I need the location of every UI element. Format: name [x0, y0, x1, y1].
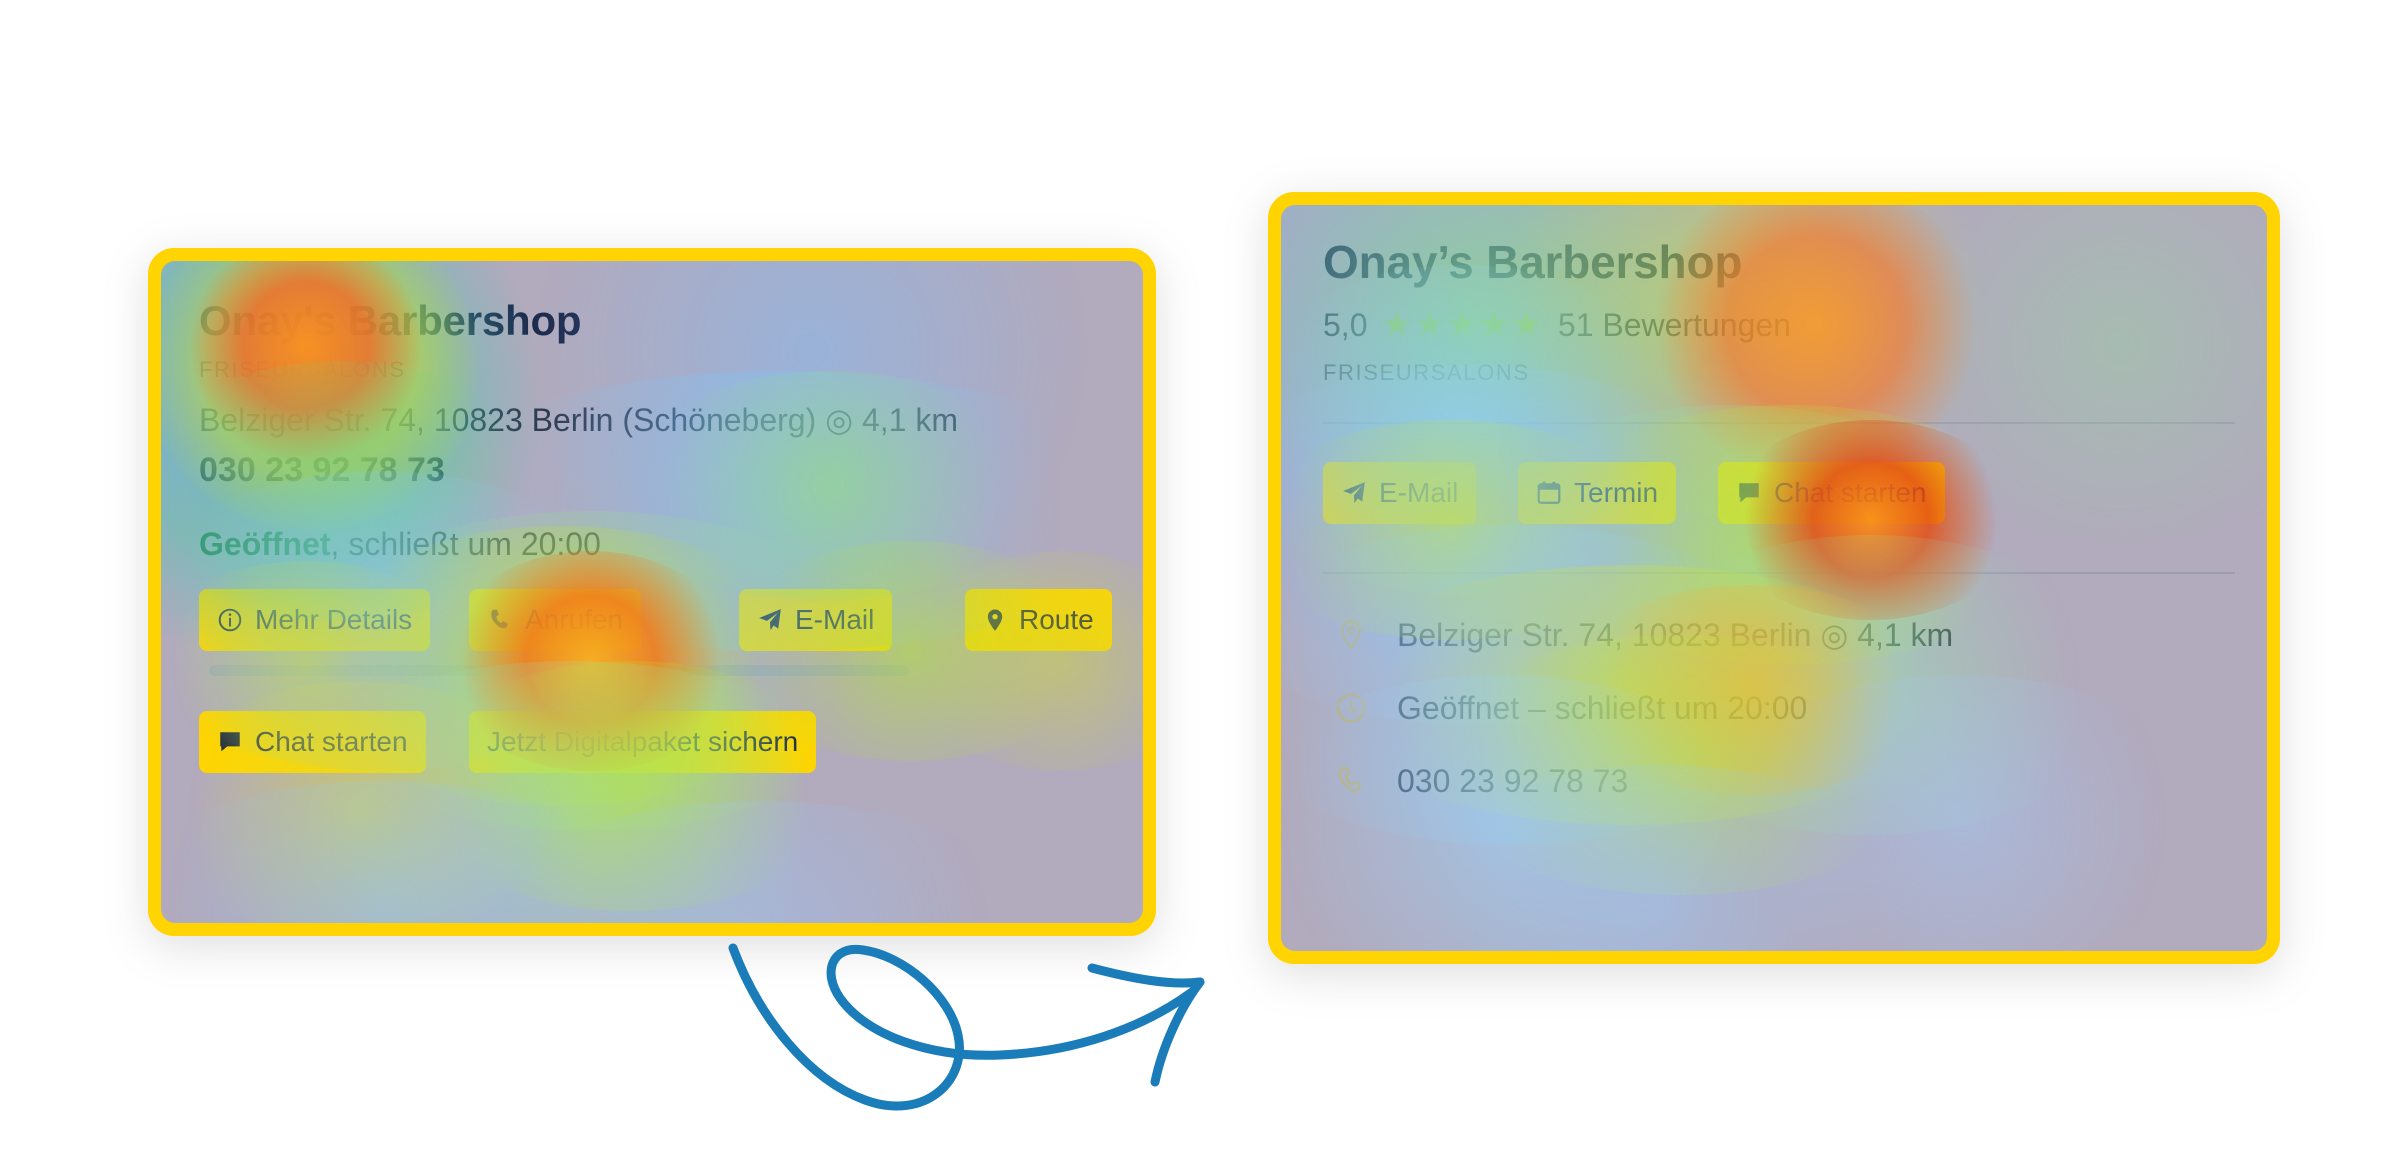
- open-status-label: Geöffnet: [199, 526, 331, 562]
- phone-number: 030 23 92 78 73: [199, 451, 445, 489]
- route-label: Route: [1019, 604, 1094, 635]
- map-pin-icon: [983, 607, 1007, 633]
- chat-starten-button[interactable]: Chat starten: [199, 711, 426, 773]
- paper-plane-icon: [1341, 480, 1367, 506]
- card-inner-left: Onay's Barbershop FRISEURSALONS Belziger…: [161, 261, 1143, 923]
- business-card-after: Onay’s Barbershop 5,0 ★★★★★ 51 Bewertung…: [1268, 192, 2280, 964]
- card-content-left: Onay's Barbershop FRISEURSALONS Belziger…: [161, 261, 1143, 923]
- phone-text: 030 23 92 78 73: [1397, 762, 1629, 799]
- address-row: Belziger Str. 74, 10823 Berlin ◎ 4,1 km: [1331, 615, 1953, 655]
- horizontal-scrollbar[interactable]: [209, 665, 909, 676]
- hand-drawn-arrow-icon: [728, 943, 1205, 1111]
- phone-row: 030 23 92 78 73: [1331, 761, 1628, 801]
- business-card-before: Onay's Barbershop FRISEURSALONS Belziger…: [148, 248, 1156, 936]
- digitalpaket-label: Jetzt Digitalpaket sichern: [487, 726, 799, 757]
- phone-icon: [1331, 761, 1371, 801]
- card-inner-right: Onay’s Barbershop 5,0 ★★★★★ 51 Bewertung…: [1281, 205, 2267, 951]
- chat-starten-label: Chat starten: [1774, 477, 1927, 508]
- closing-time-label: , schließt um 20:00: [330, 526, 601, 562]
- business-category: FRISEURSALONS: [1323, 360, 1530, 385]
- calendar-icon: [1536, 480, 1562, 506]
- email-label: E-Mail: [795, 604, 875, 635]
- phone-icon: [487, 607, 513, 633]
- mehr-details-button[interactable]: Mehr Details: [199, 589, 431, 651]
- rating-row: 5,0 ★★★★★ 51 Bewertungen: [1323, 305, 1791, 345]
- anrufen-button[interactable]: Anrufen: [469, 589, 642, 651]
- info-icon: [217, 607, 243, 633]
- business-name: Onay's Barbershop: [199, 297, 582, 344]
- address-line: Belziger Str. 74, 10823 Berlin (Schönebe…: [199, 402, 958, 438]
- paper-plane-icon: [757, 607, 783, 633]
- divider-bottom: [1323, 572, 2235, 574]
- email-button[interactable]: E-Mail: [739, 589, 893, 651]
- email-label: E-Mail: [1379, 477, 1459, 508]
- card-content-right: Onay’s Barbershop 5,0 ★★★★★ 51 Bewertung…: [1281, 205, 2267, 951]
- address-text: Belziger Str. 74, 10823 Berlin ◎ 4,1 km: [1397, 617, 1954, 653]
- hours-row: Geöffnet – schließt um 20:00: [1331, 688, 1807, 728]
- chat-starten-button[interactable]: Chat starten: [1718, 462, 1945, 524]
- mehr-details-label: Mehr Details: [255, 604, 413, 635]
- termin-label: Termin: [1574, 477, 1659, 508]
- digitalpaket-button[interactable]: Jetzt Digitalpaket sichern: [469, 711, 817, 773]
- termin-button[interactable]: Termin: [1518, 462, 1677, 524]
- review-count-label: 51 Bewertungen: [1557, 306, 1791, 343]
- star-rating-icon: ★★★★★: [1381, 306, 1544, 344]
- business-category: FRISEURSALONS: [199, 357, 406, 382]
- hours-text: Geöffnet – schließt um 20:00: [1397, 689, 1808, 726]
- chat-starten-label: Chat starten: [255, 726, 408, 757]
- opening-hours: Geöffnet, schließt um 20:00: [199, 526, 601, 563]
- divider-top: [1323, 422, 2235, 424]
- clock-icon: [1331, 688, 1371, 728]
- map-pin-icon: [1331, 615, 1371, 655]
- email-button[interactable]: E-Mail: [1323, 462, 1477, 524]
- rating-value: 5,0: [1323, 306, 1368, 343]
- business-name: Onay’s Barbershop: [1323, 236, 1743, 288]
- chat-bubble-icon: [217, 729, 243, 755]
- route-button[interactable]: Route: [965, 589, 1112, 651]
- anrufen-label: Anrufen: [525, 604, 624, 635]
- chat-bubble-icon: [1736, 480, 1762, 506]
